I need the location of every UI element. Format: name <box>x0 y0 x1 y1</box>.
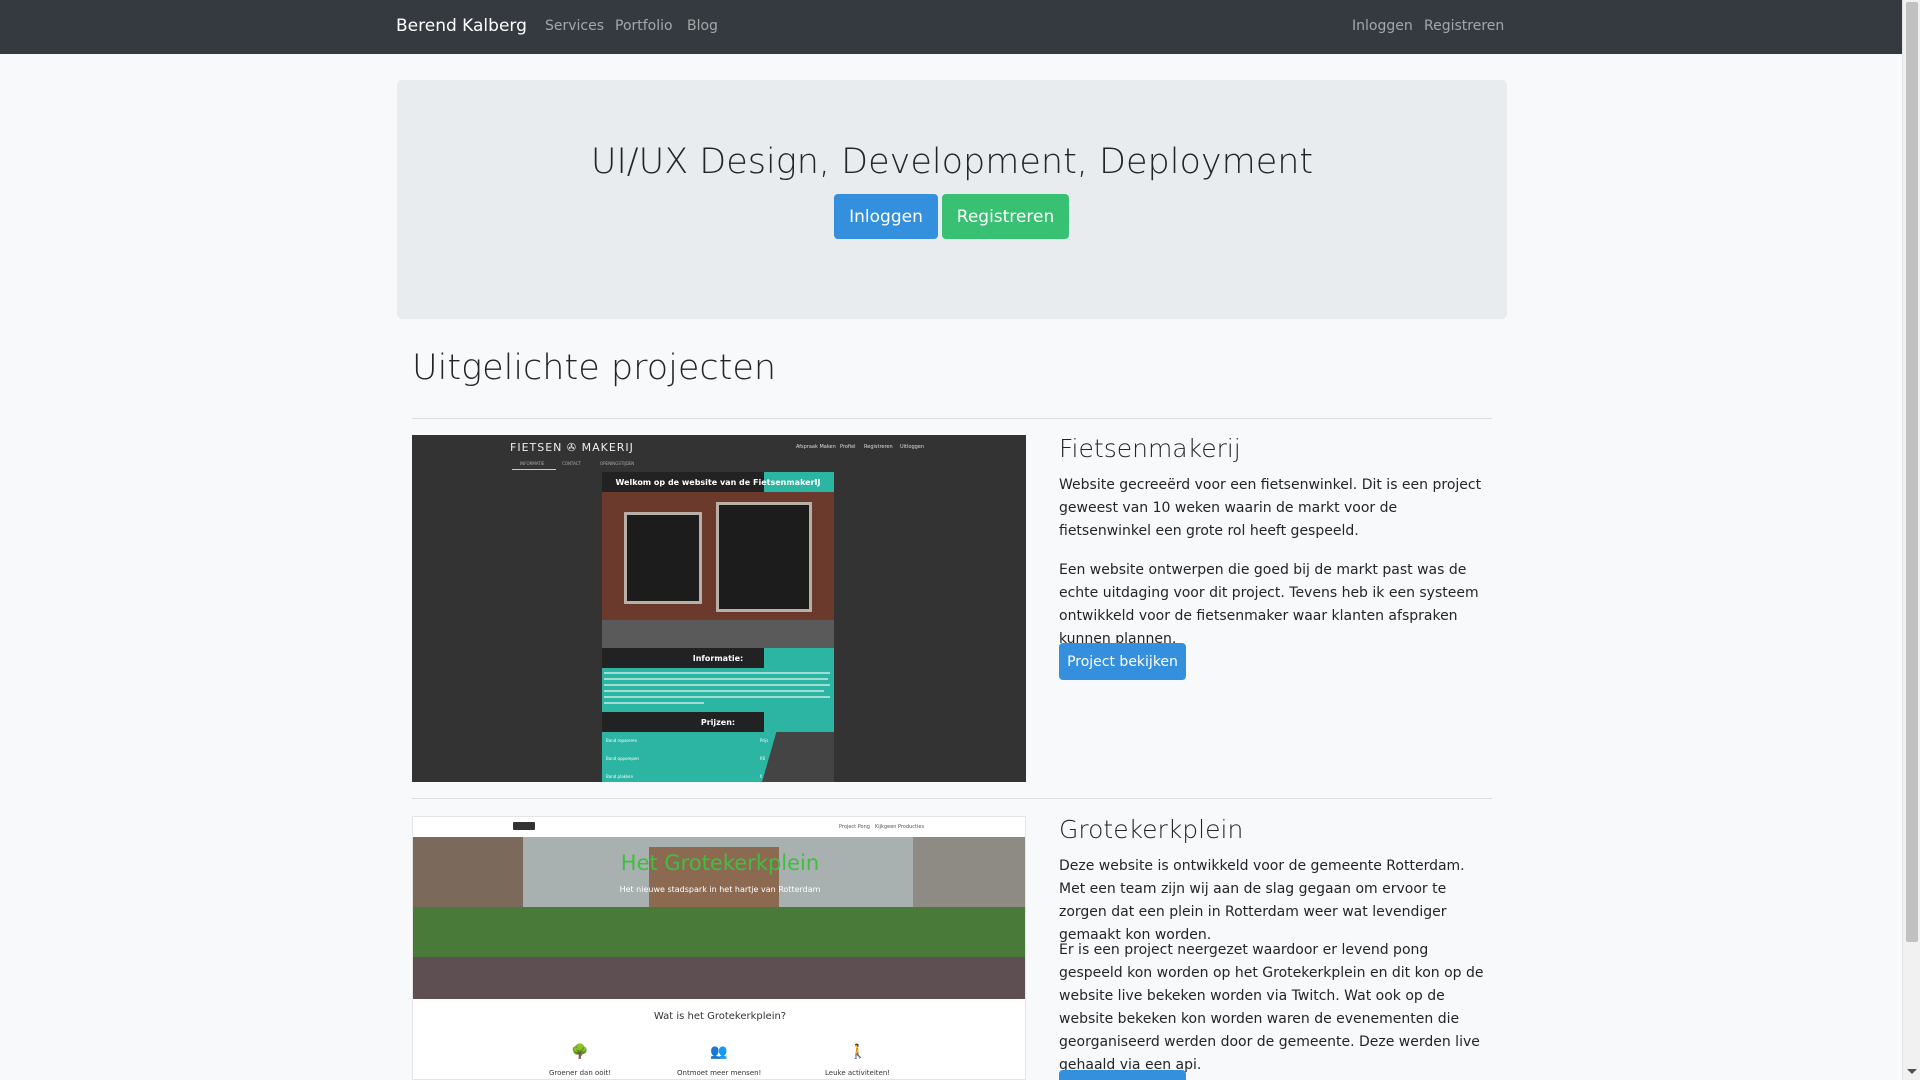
screenshot-price-value: €6 <box>760 756 766 761</box>
screenshot-text-line <box>604 684 830 686</box>
screenshot-text-line <box>604 672 830 674</box>
divider <box>412 798 1492 799</box>
screenshot-hero-image: Het Grotekerkplein Het nieuwe stadspark … <box>413 837 1025 999</box>
screenshot-prices-bar: Prijzen: <box>602 712 834 732</box>
scroll-down-icon[interactable] <box>1907 1069 1917 1074</box>
screenshot-text-line <box>604 678 828 680</box>
screenshot-crowd <box>413 957 1025 999</box>
people-icon: 👥 <box>710 1044 728 1060</box>
section-title: Uitgelichte projecten <box>412 348 777 388</box>
screenshot-info-block <box>602 668 834 712</box>
view-project-button[interactable]: Project bekijken <box>1059 643 1186 680</box>
hero-title: UI/UX Design, Development, Deployment <box>590 142 1314 182</box>
screenshot-menu-item: Profiel <box>840 444 856 450</box>
screenshot-subnav-item: CONTACT <box>562 461 581 466</box>
screenshot-prices-shade <box>762 732 834 782</box>
page-scrollbar[interactable] <box>1902 0 1920 1080</box>
project-screenshot-fietsenmakerij: FIETSEN ✇ MAKERIJ Afspraak Maken Profiel… <box>412 435 1026 782</box>
screenshot-price-row: Band repareren <box>606 738 638 743</box>
project-description-1: Deze website is ontwikkeld voor de gemee… <box>1059 858 1465 943</box>
screenshot-welcome-text: Welkom op de website van de Fietsenmaker… <box>615 477 821 487</box>
login-button[interactable]: Inloggen <box>834 194 938 239</box>
screenshot-menu-item: Registreren <box>864 444 893 450</box>
screenshot-subnav-item: OPENINGSTIJDEN <box>600 461 635 466</box>
screenshot-shop-window <box>716 502 812 612</box>
screenshot-text-line <box>604 690 824 692</box>
screenshot-shop-window <box>624 512 702 604</box>
screenshot-shop-photo <box>602 492 834 648</box>
screenshot-sidewalk <box>602 620 834 648</box>
screenshot-question: Wat is het Grotekerkplein? <box>653 1011 787 1022</box>
screenshot-topbar: Project Pong Kijkgeen Producties <box>413 817 1025 837</box>
screenshot-price-value: Prijs <box>760 738 769 743</box>
screenshot-menu-item: Uitloggen <box>900 444 925 450</box>
screenshot-logo: FIETSEN ✇ MAKERIJ <box>510 441 634 454</box>
navbar: Berend Kalberg Services Portfolio Blog I… <box>0 0 1902 54</box>
view-project-button[interactable] <box>1059 1070 1186 1080</box>
project-description-1: Website gecreeërd voor een fietsenwinkel… <box>1059 477 1482 539</box>
screenshot-subnav-underline <box>512 469 556 470</box>
screenshot-prices-header: Prijzen: <box>700 717 736 727</box>
screenshot-prices-block: Band repareren Band oppompen Band plakke… <box>602 732 834 782</box>
screenshot-teal-accent <box>764 648 834 668</box>
tree-icon: 🌳 <box>571 1044 589 1060</box>
screenshot-info-header: Informatie: <box>692 653 744 663</box>
screenshot-feature-label: Groener dan ooit! <box>549 1069 612 1077</box>
screenshot-hero-title: Het Grotekerkplein <box>620 851 820 875</box>
project-title-fietsenmakerij: Fietsenmakerij <box>1059 434 1241 463</box>
screenshot-menu-item: Project Pong <box>839 824 870 830</box>
person-icon: 🚶 <box>849 1044 867 1060</box>
screenshot-price-row: Band plakken <box>606 774 634 779</box>
divider <box>412 418 1492 419</box>
screenshot-feature-label: Leuke activiteiten! <box>825 1069 891 1077</box>
project-description-2: Een website ontwerpen die goed bij de ma… <box>1059 562 1479 647</box>
nav-link-login[interactable]: Inloggen <box>1352 18 1413 34</box>
screenshot-teal-accent <box>764 712 834 732</box>
jumbotron: UI/UX Design, Development, Deployment In… <box>397 80 1507 319</box>
nav-link-services[interactable]: Services <box>545 18 604 34</box>
register-button[interactable]: Registreren <box>942 194 1069 239</box>
project-title-grotekerkplein: Grotekerkplein <box>1059 815 1244 844</box>
screenshot-menu-item: Kijkgeen Producties <box>875 824 925 830</box>
screenshot-menu-item: Afspraak Maken <box>796 444 836 450</box>
nav-link-blog[interactable]: Blog <box>687 18 718 34</box>
nav-link-portfolio[interactable]: Portfolio <box>615 18 673 34</box>
screenshot-content-column: Welkom op de website van de Fietsenmaker… <box>602 472 834 782</box>
brand-link[interactable]: Berend Kalberg <box>396 16 527 36</box>
screenshot-info-bar: Informatie: <box>602 648 834 668</box>
project-description-2: Er is een project neergezet waardoor er … <box>1059 942 1484 1073</box>
screenshot-text-line <box>604 702 704 704</box>
nav-link-register[interactable]: Registreren <box>1424 18 1504 34</box>
screenshot-text-line <box>604 696 830 698</box>
screenshot-hero-subtitle: Het nieuwe stadspark in het hartje van R… <box>619 885 821 894</box>
screenshot-price-row: Band oppompen <box>606 756 639 761</box>
screenshot-feature-label: Ontmoet meer mensen! <box>677 1069 762 1077</box>
project-screenshot-grotekerkplein: Project Pong Kijkgeen Producties Het Gro… <box>412 816 1026 1080</box>
scrollbar-thumb[interactable] <box>1906 2 1918 942</box>
screenshot-logo-icon <box>513 822 535 830</box>
screenshot-subnav-item: INFORMATIE <box>520 461 545 466</box>
screenshot-welcome-bar: Welkom op de website van de Fietsenmaker… <box>602 472 834 492</box>
